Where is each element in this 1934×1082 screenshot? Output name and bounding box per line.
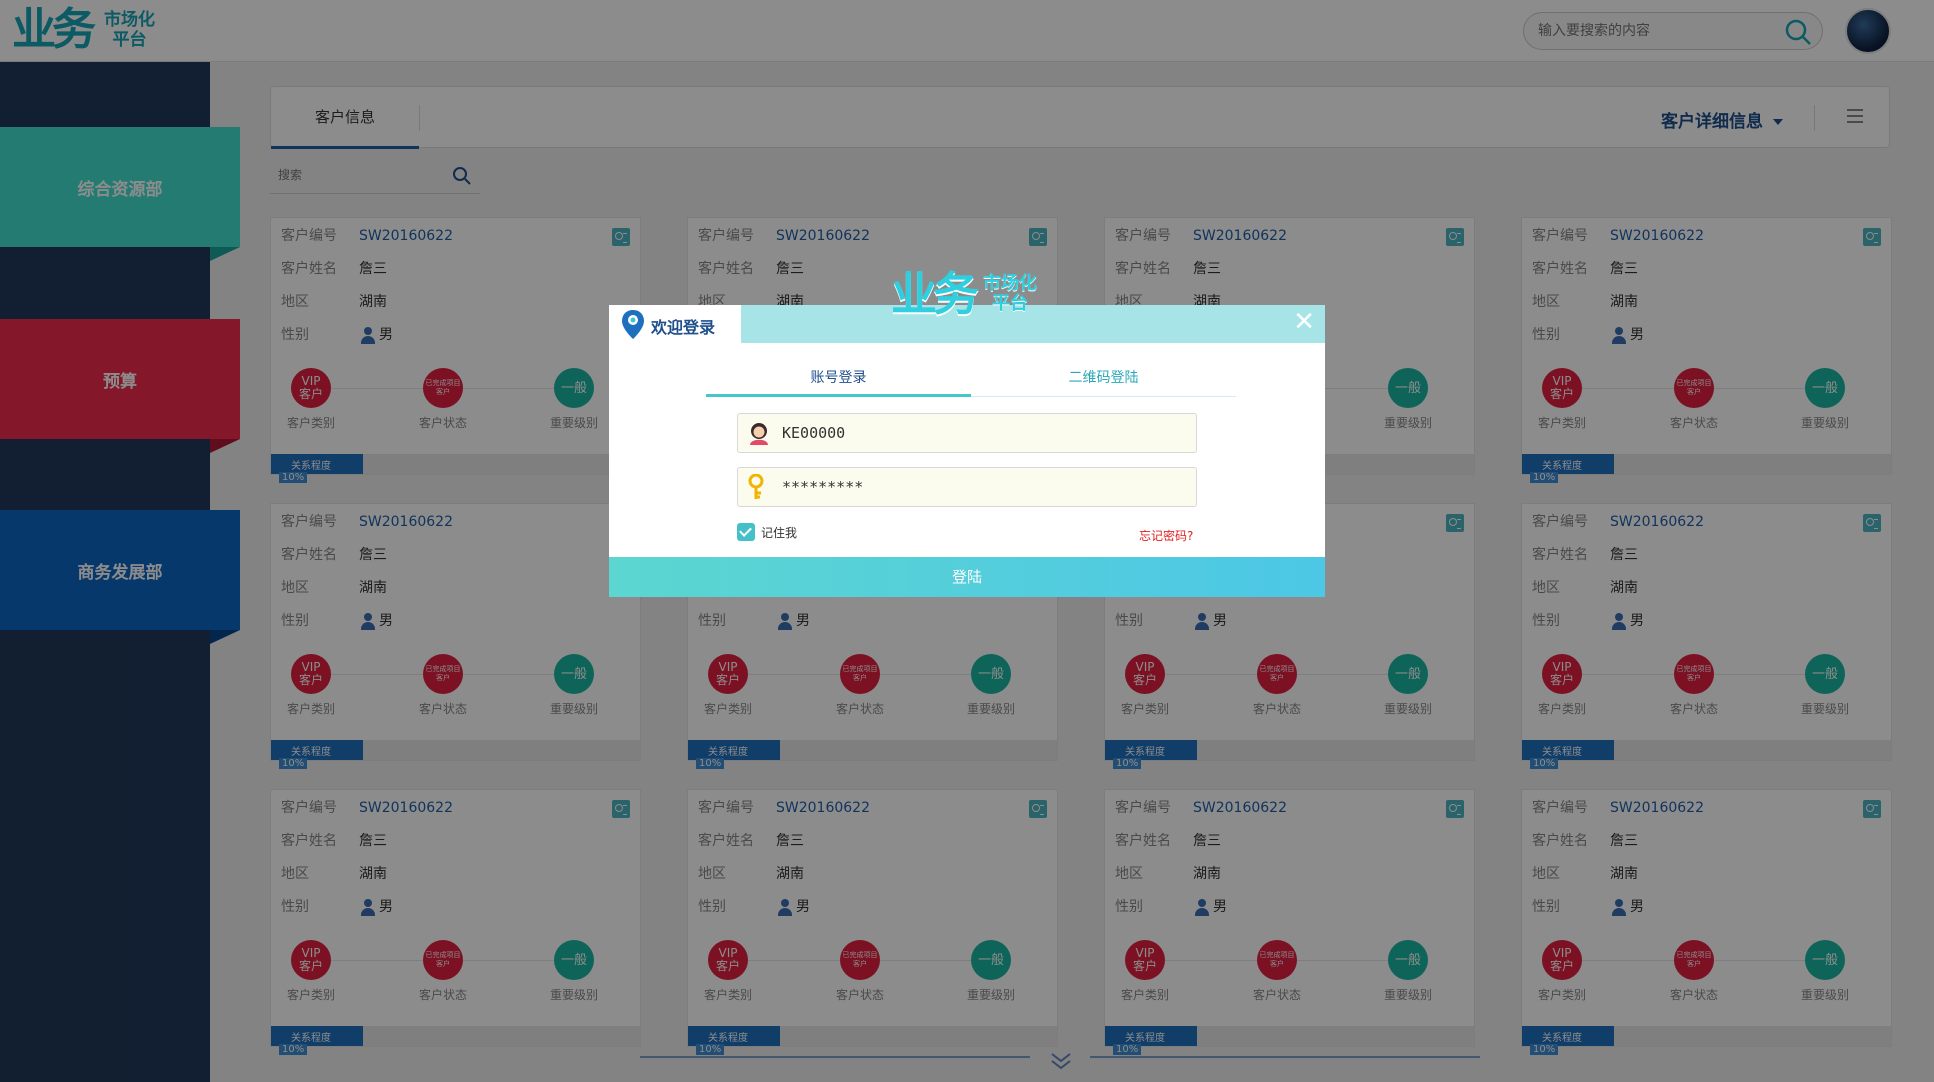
forgot-password-link[interactable]: 忘记密码? bbox=[1139, 527, 1193, 544]
dialog-title: 欢迎登录 bbox=[651, 318, 716, 337]
login-dialog: 欢迎登录 业务 市场化 平台 ✕ 账号登录 二维码登陆 记住我 忘记密码? 登陆 bbox=[609, 271, 1325, 597]
login-button[interactable]: 登陆 bbox=[609, 557, 1325, 597]
dialog-logo-sub: 市场化 平台 bbox=[983, 274, 1037, 314]
key-icon bbox=[746, 473, 772, 500]
dialog-logo-sub-2: 平台 bbox=[992, 293, 1028, 314]
user-avatar-icon bbox=[746, 420, 772, 446]
dialog-logo-sub-1: 市场化 bbox=[983, 273, 1037, 294]
remember-me[interactable]: 记住我 bbox=[737, 523, 797, 541]
remember-label: 记住我 bbox=[761, 525, 798, 540]
remember-checkbox[interactable] bbox=[737, 523, 755, 541]
tab-account-login[interactable]: 账号登录 bbox=[706, 363, 971, 397]
dialog-header: 欢迎登录 业务 市场化 平台 ✕ bbox=[609, 271, 1325, 347]
close-icon[interactable]: ✕ bbox=[1293, 307, 1315, 337]
tab-qr-login[interactable]: 二维码登陆 bbox=[971, 363, 1236, 397]
password-input[interactable] bbox=[782, 476, 1172, 498]
dialog-logo-main: 业务 bbox=[891, 267, 979, 321]
username-field bbox=[737, 413, 1197, 453]
dialog-logo: 业务 市场化 平台 bbox=[891, 271, 1037, 317]
login-tabs: 账号登录 二维码登陆 bbox=[706, 363, 1236, 397]
location-pin-icon bbox=[621, 309, 645, 345]
username-input[interactable] bbox=[782, 422, 1172, 444]
password-field bbox=[737, 467, 1197, 507]
